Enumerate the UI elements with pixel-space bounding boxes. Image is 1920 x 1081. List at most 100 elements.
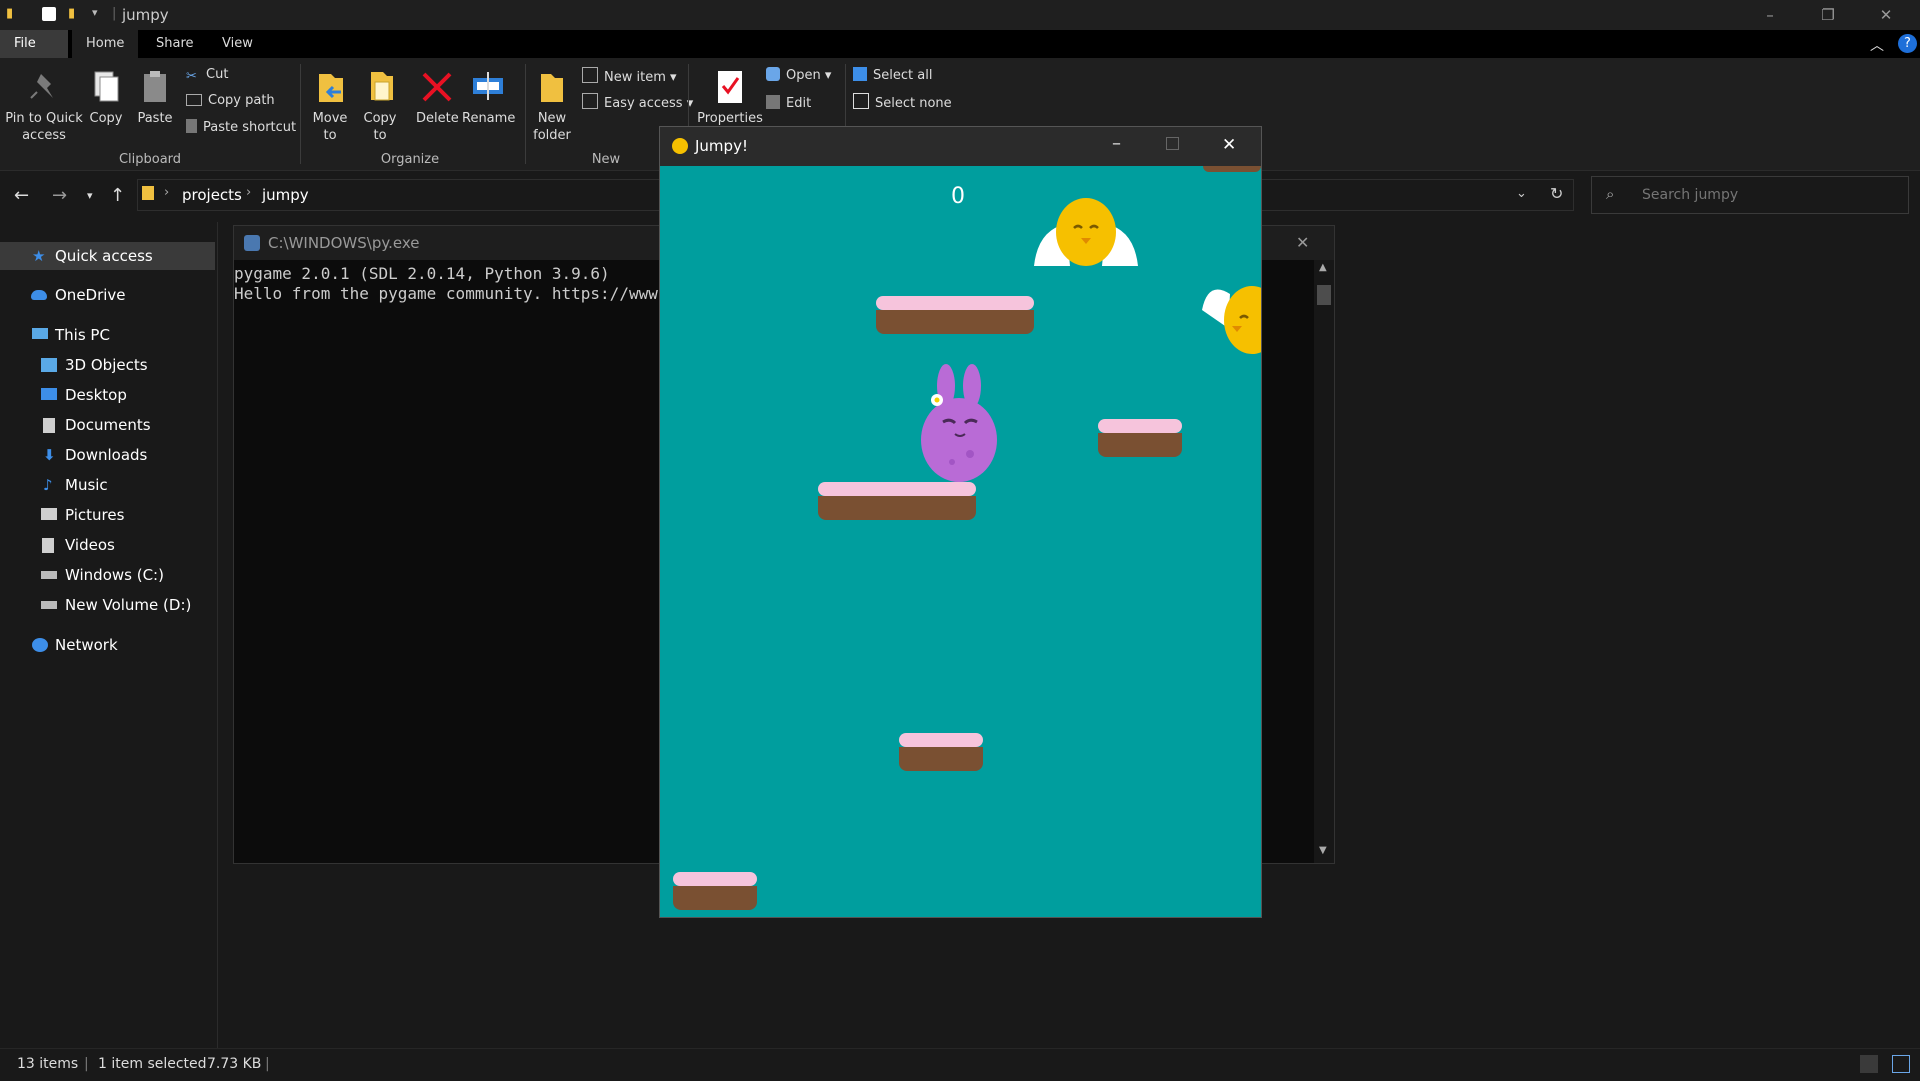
copy-label: Copy (89, 111, 123, 126)
sidebar-item-downloads[interactable]: ⬇ Downloads (0, 441, 215, 469)
chevron-right-icon: › (246, 185, 252, 200)
properties-button[interactable]: Properties (696, 68, 764, 127)
folder-icon (142, 186, 154, 200)
sidebar-item-3d-objects[interactable]: 3D Objects (0, 351, 215, 379)
sidebar-item-label: Downloads (65, 446, 148, 464)
tab-share[interactable]: Share (142, 30, 208, 58)
tab-file[interactable]: File (0, 30, 68, 58)
select-all-icon (853, 67, 867, 81)
new-item-label: New item (604, 70, 666, 85)
sidebar-item-windows-c[interactable]: Windows (C:) (0, 561, 215, 589)
search-input[interactable] (1640, 184, 1894, 206)
up-button[interactable]: ↑ (110, 185, 125, 206)
copy-path-button[interactable]: Copy path (186, 93, 275, 108)
delete-label: Delete (416, 111, 459, 126)
rename-icon (473, 72, 503, 100)
pygame-icon (672, 138, 688, 154)
sidebar-item-label: New Volume (D:) (65, 596, 192, 614)
sidebar-item-label: This PC (55, 326, 110, 344)
paste-button[interactable]: Paste (135, 68, 175, 127)
select-none-label: Select none (875, 96, 952, 111)
document-icon (43, 418, 55, 433)
new-folder-button[interactable]: New folder (530, 68, 574, 144)
sidebar-item-desktop[interactable]: Desktop (0, 381, 215, 409)
large-icons-view-button[interactable] (1892, 1055, 1910, 1073)
scroll-down-icon[interactable]: ▼ (1319, 845, 1327, 856)
recent-locations-button[interactable]: ▾ (87, 189, 93, 202)
game-close-button[interactable]: ✕ (1222, 135, 1236, 155)
restore-button[interactable]: ❐ (1799, 0, 1857, 30)
download-icon: ⬇ (43, 446, 56, 464)
scroll-up-icon[interactable]: ▲ (1319, 262, 1327, 273)
edit-button[interactable]: Edit (766, 95, 811, 111)
clipboard-group-label: Clipboard (118, 152, 182, 167)
chevron-right-icon: › (164, 185, 170, 200)
back-button[interactable]: ← (14, 185, 29, 206)
new-folder-quick-icon[interactable]: ▮ (68, 6, 75, 21)
move-to-button[interactable]: Move to (309, 68, 351, 144)
sidebar-item-documents[interactable]: Documents (0, 411, 215, 439)
tab-home[interactable]: Home (72, 30, 139, 58)
cloud-icon (31, 290, 47, 300)
minimize-button[interactable]: – (1741, 0, 1799, 30)
move-to-label: Move to (312, 111, 348, 143)
sidebar-item-network[interactable]: Network (0, 631, 215, 659)
flying-chick-enemy (1202, 286, 1261, 354)
customize-quick-access-icon[interactable]: ▾ (92, 6, 98, 19)
sidebar-item-label: Quick access (55, 247, 153, 265)
platform (1203, 166, 1261, 172)
sidebar-item-this-pc[interactable]: This PC (0, 321, 215, 349)
breadcrumb-jumpy[interactable]: jumpy (262, 186, 309, 204)
delete-button[interactable]: Delete (416, 68, 459, 127)
search-box[interactable]: ⌕ (1591, 176, 1909, 214)
cut-button[interactable]: ✂ Cut (186, 67, 228, 84)
game-title-bar: Jumpy! – ✕ (660, 127, 1261, 166)
sidebar-item-onedrive[interactable]: OneDrive (0, 281, 215, 309)
copy-button[interactable]: Copy (86, 68, 126, 127)
breadcrumb-projects[interactable]: projects (182, 186, 242, 204)
scroll-thumb[interactable] (1317, 285, 1331, 305)
game-maximize-button[interactable] (1166, 137, 1179, 150)
search-icon: ⌕ (1606, 185, 1615, 203)
sidebar-item-videos[interactable]: Videos (0, 531, 215, 559)
select-all-button[interactable]: Select all (853, 67, 932, 83)
collapse-ribbon-icon[interactable]: ︿ (1870, 35, 1884, 55)
tab-view[interactable]: View (208, 30, 267, 58)
copy-to-icon (371, 72, 393, 101)
sidebar-item-new-volume-d[interactable]: New Volume (D:) (0, 591, 215, 619)
sidebar-item-music[interactable]: ♪ Music (0, 471, 215, 499)
open-button[interactable]: Open ▾ (766, 67, 831, 83)
console-scrollbar[interactable]: ▲ ▼ (1314, 260, 1334, 863)
sidebar-item-pictures[interactable]: Pictures (0, 501, 215, 529)
selected-size: 7.73 KB (207, 1056, 262, 1072)
ribbon-separator (300, 64, 301, 164)
game-canvas[interactable]: 0 (660, 166, 1261, 917)
details-view-button[interactable] (1860, 1055, 1878, 1073)
rename-button[interactable]: Rename (462, 68, 515, 127)
properties-quick-icon[interactable] (42, 7, 56, 21)
forward-button[interactable]: → (52, 185, 67, 206)
new-item-button[interactable]: New item ▾ (582, 67, 677, 85)
pin-to-quick-access-button[interactable]: Pin to Quick access (4, 68, 84, 144)
console-close-button[interactable]: ✕ (1296, 233, 1309, 252)
sidebar-item-quick-access[interactable]: ★ Quick access (0, 242, 215, 270)
copy-to-button[interactable]: Copy to (359, 68, 401, 144)
game-window[interactable]: Jumpy! – ✕ 0 (659, 126, 1262, 918)
paste-shortcut-button[interactable]: Paste shortcut (186, 119, 296, 135)
easy-access-button[interactable]: Easy access ▾ (582, 93, 693, 111)
sidebar-item-label: 3D Objects (65, 356, 148, 374)
close-button[interactable]: ✕ (1857, 0, 1915, 30)
refresh-icon[interactable]: ↻ (1550, 184, 1563, 203)
game-minimize-button[interactable]: – (1112, 133, 1121, 154)
organize-group-label: Organize (380, 152, 440, 167)
new-group-label: New (591, 152, 621, 167)
copy-path-label: Copy path (208, 93, 275, 108)
select-none-button[interactable]: Select none (853, 93, 952, 111)
status-divider: | (265, 1056, 270, 1072)
title-divider: | (112, 6, 117, 21)
address-dropdown-icon[interactable]: ⌄ (1516, 186, 1527, 201)
pin-label: Pin to Quick access (5, 111, 83, 143)
properties-label: Properties (697, 111, 763, 126)
help-icon[interactable]: ? (1898, 34, 1917, 53)
easy-access-label: Easy access (604, 96, 683, 111)
